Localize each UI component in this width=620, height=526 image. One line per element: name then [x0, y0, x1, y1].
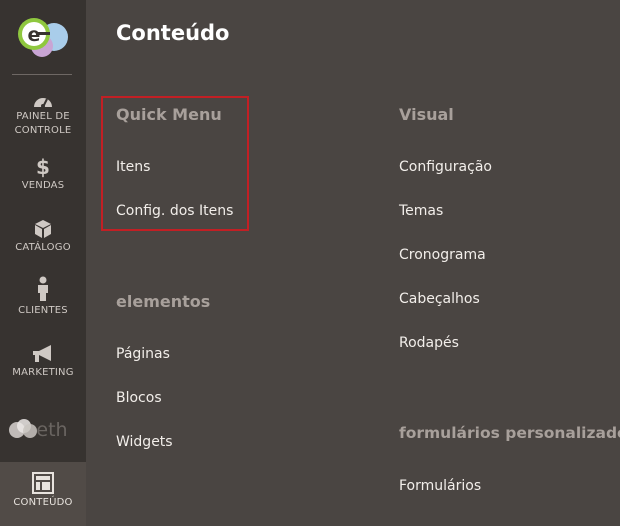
link-config-itens[interactable]: Config. dos Itens	[116, 203, 233, 219]
section-title-elementos: elementos	[116, 292, 211, 311]
sidebar-divider	[12, 74, 72, 75]
person-icon	[38, 276, 48, 301]
sidebar-item-label: MARKETING	[12, 367, 74, 378]
link-itens[interactable]: Itens	[116, 159, 150, 175]
dashboard-icon	[34, 98, 52, 108]
sidebar-item-label: VENDAS	[21, 180, 65, 191]
sidebar-item-label: PAINEL DE	[16, 111, 70, 122]
sidebar-item-marketing[interactable]: MARKETING	[0, 344, 86, 380]
sidebar-item-dashboard[interactable]: PAINEL DE CONTROLE	[0, 92, 86, 138]
megaphone-icon	[33, 345, 51, 362]
link-rodapes[interactable]: Rodapés	[399, 335, 459, 351]
sidebar-item-vendas[interactable]: $ VENDAS	[0, 157, 86, 193]
section-title-formularios: formulários personalizados	[399, 424, 620, 442]
sidebar-item-clientes[interactable]: CLIENTES	[0, 276, 86, 318]
link-configuracao[interactable]: Configuração	[399, 159, 492, 175]
dollar-icon: $	[35, 155, 51, 179]
link-paginas[interactable]: Páginas	[116, 346, 170, 362]
sidebar-item-label: CONTROLE	[14, 125, 72, 136]
sidebar: e PAINEL DE CONTROLE $ VENDAS CATÁLOGO C…	[0, 0, 86, 526]
section-title-quick-menu: Quick Menu	[116, 105, 222, 124]
section-title-visual: Visual	[399, 105, 454, 124]
link-cabecalhos[interactable]: Cabeçalhos	[399, 291, 480, 307]
page-title: Conteúdo	[116, 21, 230, 45]
link-formularios[interactable]: Formulários	[399, 478, 481, 494]
svg-text:eth: eth	[36, 419, 67, 441]
partner-logo[interactable]: eth	[6, 414, 78, 444]
link-temas[interactable]: Temas	[399, 203, 443, 219]
link-widgets[interactable]: Widgets	[116, 434, 173, 450]
app-logo[interactable]: e	[14, 14, 72, 60]
sidebar-item-label: CLIENTES	[18, 305, 68, 316]
layout-icon	[32, 472, 54, 494]
sidebar-item-conteudo[interactable]: CONTEÚDO	[0, 462, 86, 526]
sidebar-item-catalogo[interactable]: CATÁLOGO	[0, 219, 86, 255]
box-icon	[35, 220, 51, 238]
link-cronograma[interactable]: Cronograma	[399, 247, 486, 263]
link-blocos[interactable]: Blocos	[116, 390, 162, 406]
sidebar-item-label: CONTEÚDO	[13, 497, 73, 508]
sidebar-item-label: CATÁLOGO	[15, 242, 71, 253]
